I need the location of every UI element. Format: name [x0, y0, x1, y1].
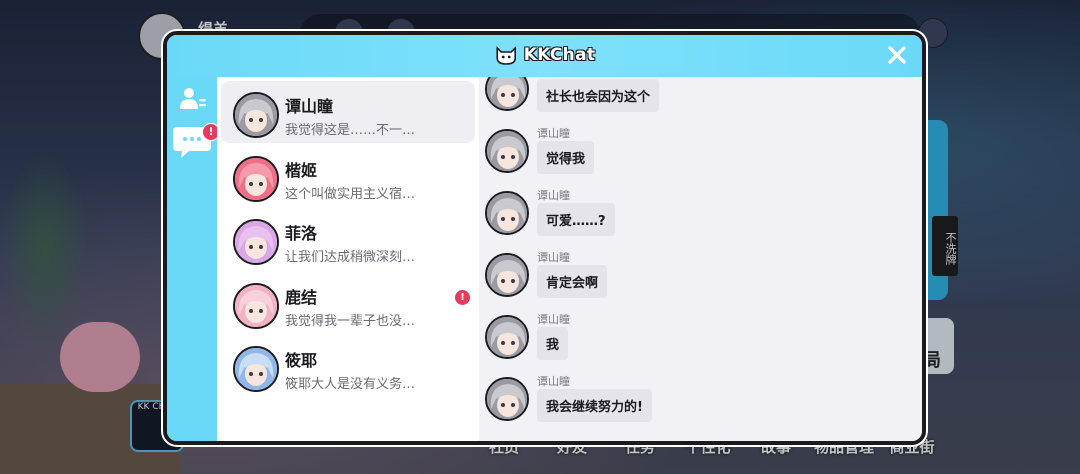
contact-avatar — [233, 219, 279, 265]
close-icon[interactable] — [886, 44, 908, 66]
message-sender: 谭山瞳 — [537, 313, 570, 326]
contact-item[interactable]: 鹿结我觉得我一辈子也没…! — [221, 272, 475, 334]
cat-face-icon — [495, 46, 516, 65]
message-bubble: 我 — [537, 327, 569, 360]
contact-avatar — [233, 92, 279, 138]
contact-name: 鹿结 — [285, 287, 318, 307]
message-sender: 谭山瞳 — [537, 251, 570, 264]
message-sender: 谭山瞳 — [537, 127, 570, 140]
message-bubble: 肯定会啊 — [537, 265, 608, 298]
contact-name: 菲洛 — [285, 224, 318, 243]
message-avatar — [485, 253, 529, 297]
window-title: KKChat — [523, 45, 596, 65]
chat-sidebar: ! — [167, 77, 220, 441]
message-sender: 谭山瞳 — [537, 189, 570, 202]
message-row: 谭山瞳 可爱……? — [485, 187, 905, 249]
contact-item[interactable]: 菲洛让我们达成稍微深刻… — [221, 208, 475, 270]
contact-preview: 筱耶大人是没有义务… — [285, 377, 416, 392]
contact-avatar — [233, 155, 279, 202]
contact-avatar — [233, 346, 279, 392]
contact-preview: 我觉得这是……不一… — [285, 123, 416, 138]
contact-name: 筱耶 — [285, 351, 318, 370]
contact-preview: 让我们达成稍微深刻… — [285, 250, 416, 265]
message-row: 谭山瞳社长也会因为这个 — [485, 77, 905, 125]
message-avatar — [485, 377, 529, 421]
contact-list: 谭山瞳 我觉得这是……不一… 楷姬 这个叫做实用主义宿… 菲洛 让我们达成稍微深刻… 鹿结我… — [217, 77, 479, 441]
contact-item[interactable]: 楷姬这个叫做实用主义宿… — [221, 145, 475, 207]
contact-item[interactable]: 筱耶筱耶大人是没有义务… — [221, 335, 475, 397]
message-avatar — [485, 77, 529, 111]
contact-name: 谭山瞳 — [285, 97, 334, 116]
message-row: 谭山瞳 肯定会啊 — [485, 249, 905, 311]
kkchat-window: KKChat ! 谭山瞳 我觉得这是……不一… 楷姬 这个叫做实用主义宿… 菲洛 让我们达… — [163, 31, 926, 445]
contact-alert-badge: ! — [454, 288, 471, 306]
message-sender: 谭山瞳 — [537, 375, 570, 388]
message-panel: 谭山瞳社长也会因为这个谭山瞳觉得我谭山瞳可爱……?谭山瞳肯定会啊谭山瞳我谭山瞳我… — [479, 77, 922, 441]
message-bubble: 可爱……? — [537, 203, 615, 236]
message-avatar — [485, 315, 529, 359]
message-row: 谭山瞳 觉得我 — [485, 125, 905, 187]
message-bubble: 觉得我 — [537, 141, 595, 174]
message-row: 谭山瞳我 — [485, 311, 905, 373]
message-bubble: 我会继续努力的! — [537, 389, 652, 422]
title-bar: KKChat — [167, 35, 922, 77]
contact-name: 楷姬 — [285, 160, 318, 180]
message-avatar — [485, 129, 529, 173]
title-group: KKChat — [494, 44, 596, 66]
person-list-icon[interactable] — [179, 85, 207, 113]
contact-preview: 我觉得我一辈子也没… — [285, 313, 416, 329]
message-row: 谭山瞳 我会继续努力的! — [485, 373, 905, 435]
message-avatar — [485, 191, 529, 235]
contact-preview: 这个叫做实用主义宿… — [285, 186, 416, 202]
contact-item[interactable]: 谭山瞳我觉得这是……不一… — [221, 81, 475, 143]
message-bubble: 社长也会因为这个 — [537, 79, 660, 112]
contact-avatar — [233, 282, 279, 329]
